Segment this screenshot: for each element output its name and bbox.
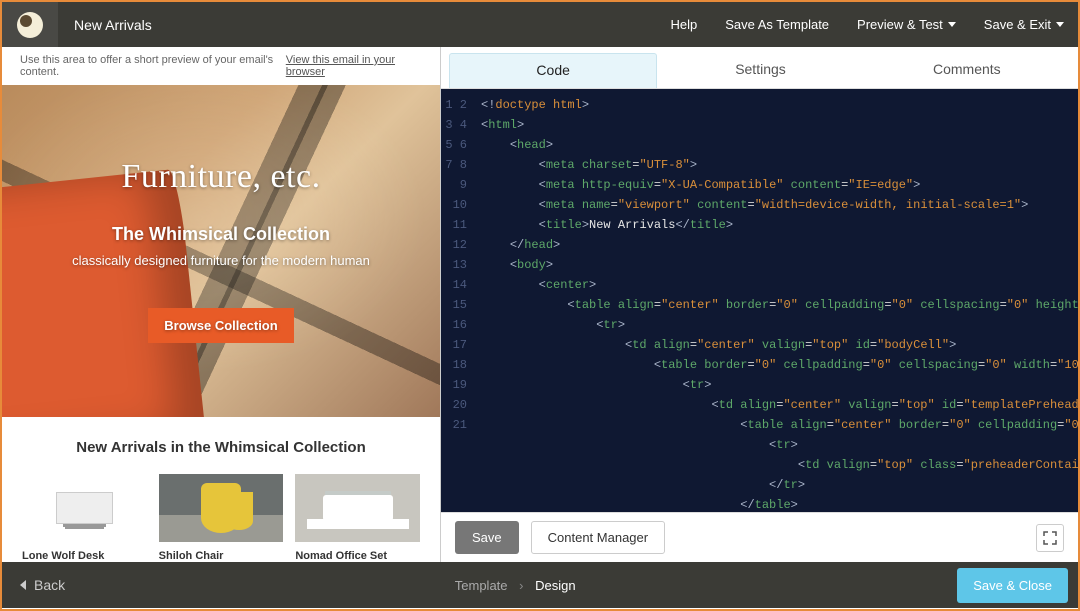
chevron-down-icon — [948, 22, 956, 27]
preview-test-menu[interactable]: Preview & Test — [843, 17, 970, 32]
code-lines: <!doctype html> <html> <head> <meta char… — [473, 89, 1078, 512]
editor-tabs: Code Settings Comments — [441, 47, 1078, 89]
topbar: New Arrivals Help Save As Template Previ… — [2, 2, 1078, 47]
breadcrumb-template[interactable]: Template — [455, 578, 508, 593]
product-label: Shiloh Chair — [159, 550, 284, 562]
content-manager-button[interactable]: Content Manager — [531, 521, 665, 554]
arrivals-section: New Arrivals in the Whimsical Collection… — [2, 417, 440, 562]
product-image — [159, 474, 284, 542]
email-preview-pane: Use this area to offer a short preview o… — [2, 47, 440, 562]
product-card[interactable]: Lone Wolf Desk — [22, 474, 147, 562]
hero-brand: Furniture, etc. — [121, 158, 320, 196]
mailchimp-icon — [17, 12, 43, 38]
save-exit-menu[interactable]: Save & Exit — [970, 17, 1078, 32]
arrivals-heading: New Arrivals in the Whimsical Collection — [22, 439, 420, 456]
breadcrumb-design[interactable]: Design — [535, 578, 575, 593]
help-link[interactable]: Help — [656, 17, 711, 32]
hero-tagline: classically designed furniture for the m… — [72, 253, 370, 268]
hero-section: Furniture, etc. The Whimsical Collection… — [2, 85, 440, 417]
preheader-text: Use this area to offer a short preview o… — [20, 54, 286, 78]
expand-button[interactable] — [1036, 524, 1064, 552]
product-image — [295, 474, 420, 542]
back-button[interactable]: Back — [12, 571, 73, 599]
line-gutter: 1 2 3 4 5 6 7 8 9 10 11 12 13 14 15 16 1… — [441, 89, 473, 512]
chevron-down-icon — [1056, 22, 1064, 27]
product-label: Lone Wolf Desk — [22, 550, 147, 562]
view-in-browser-link[interactable]: View this email in your browser — [286, 54, 422, 78]
tab-code[interactable]: Code — [449, 53, 657, 88]
browse-collection-button[interactable]: Browse Collection — [148, 308, 293, 343]
preheader-row: Use this area to offer a short preview o… — [2, 47, 440, 85]
code-editor[interactable]: 1 2 3 4 5 6 7 8 9 10 11 12 13 14 15 16 1… — [441, 89, 1078, 512]
breadcrumb: Template › Design — [73, 578, 957, 593]
bottom-bar: Back Template › Design Save & Close — [2, 562, 1078, 608]
save-button[interactable]: Save — [455, 521, 519, 554]
tab-settings[interactable]: Settings — [657, 53, 863, 88]
chevron-left-icon — [20, 580, 26, 590]
expand-icon — [1043, 531, 1057, 545]
chevron-right-icon: › — [519, 578, 523, 593]
save-as-template-link[interactable]: Save As Template — [711, 17, 843, 32]
save-close-button[interactable]: Save & Close — [957, 568, 1068, 603]
product-image — [22, 474, 147, 542]
tab-comments[interactable]: Comments — [864, 53, 1070, 88]
logo[interactable] — [2, 2, 58, 47]
campaign-title: New Arrivals — [74, 17, 152, 33]
editor-toolbar: Save Content Manager — [441, 512, 1078, 562]
product-card[interactable]: Shiloh Chair — [159, 474, 284, 562]
hero-subtitle: The Whimsical Collection — [112, 224, 330, 245]
product-card[interactable]: Nomad Office Set — [295, 474, 420, 562]
product-label: Nomad Office Set — [295, 550, 420, 562]
